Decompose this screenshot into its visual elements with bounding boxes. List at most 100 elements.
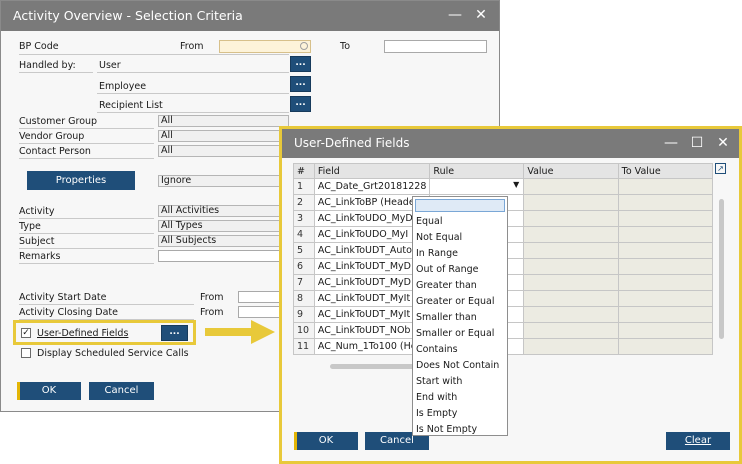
divider [19,143,154,144]
expand-grid-icon[interactable]: ↗ [715,163,726,174]
col-header-num: # [293,163,315,179]
col-header-value[interactable]: Value [523,163,619,179]
type-dropdown[interactable]: All Types [158,220,289,232]
row-number: 7 [293,274,315,291]
employee-select-button[interactable]: ... [290,76,311,92]
bp-code-to-label: To [340,41,351,52]
activity-value: All Activities [161,205,220,216]
row-number: 8 [293,290,315,307]
to-value-cell[interactable] [617,194,714,211]
table-row[interactable]: 1 AC_Date_Grt20181228 ▼ [293,178,714,195]
activity-dropdown[interactable]: All Activities [158,205,289,217]
to-value-cell[interactable] [617,210,714,227]
col-header-to-value[interactable]: To Value [617,163,714,179]
minimize-icon[interactable]: — [663,135,679,151]
ok-button[interactable]: OK [17,382,81,400]
value-cell[interactable] [523,242,619,259]
rule-dropdown-list: Equal Not Equal In Range Out of Range Gr… [412,196,508,436]
udf-checkbox[interactable]: ✓ [21,328,31,338]
vendor-group-dropdown[interactable]: All [158,130,289,142]
customer-group-dropdown[interactable]: All [158,115,289,127]
to-value-cell[interactable] [617,290,714,307]
rule-option[interactable]: Greater or Equal [416,296,494,307]
value-cell[interactable] [523,338,619,355]
udf-window-title: User-Defined Fields [294,136,410,150]
row-number: 1 [293,178,315,195]
handled-by-label: Handled by: [19,60,76,71]
value-cell[interactable] [523,274,619,291]
rule-option[interactable]: Out of Range [416,264,479,275]
rule-option[interactable]: Greater than [416,280,477,291]
subject-dropdown[interactable]: All Subjects [158,235,289,247]
udf-clear-button[interactable]: Clear [666,432,730,450]
user-label: User [99,60,121,71]
rule-option[interactable]: End with [416,392,457,403]
rule-cell-dropdown[interactable]: ▼ [429,178,525,195]
display-scheduled-checkbox[interactable] [21,348,31,358]
row-number: 4 [293,226,315,243]
value-cell[interactable] [523,290,619,307]
udf-cancel-button-label: Cancel [380,435,414,446]
row-number: 6 [293,258,315,275]
divider [19,218,154,219]
to-value-cell[interactable] [617,242,714,259]
vertical-scrollbar[interactable] [719,199,724,339]
rule-option[interactable]: Is Not Empty [416,424,477,435]
to-value-cell[interactable] [617,258,714,275]
value-cell[interactable] [523,194,619,211]
to-value-cell[interactable] [617,274,714,291]
rule-option[interactable]: Smaller than [416,312,477,323]
properties-dropdown[interactable]: Ignore [158,175,289,187]
udf-select-button[interactable]: ... [161,325,188,341]
rule-option[interactable]: Is Empty [416,408,457,419]
rule-option-blank[interactable] [415,199,505,212]
recipient-list-select-button[interactable]: ... [290,96,311,112]
maximize-icon[interactable]: ☐ [689,135,705,151]
display-scheduled-label: Display Scheduled Service Calls [37,348,189,359]
properties-button[interactable]: Properties [27,171,135,190]
value-cell[interactable] [523,226,619,243]
divider [19,304,194,305]
to-value-cell[interactable] [617,322,714,339]
contact-person-dropdown[interactable]: All [158,145,289,157]
rule-option[interactable]: Smaller or Equal [416,328,494,339]
bp-code-to-input[interactable] [384,40,487,53]
value-cell[interactable] [523,178,619,195]
rule-option[interactable]: Contains [416,344,458,355]
value-cell[interactable] [523,258,619,275]
divider [19,263,154,264]
value-cell[interactable] [523,322,619,339]
to-value-cell[interactable] [617,338,714,355]
divider [97,72,289,73]
minimize-icon[interactable]: — [447,7,463,23]
close-icon[interactable]: ✕ [473,7,489,23]
row-number: 9 [293,306,315,323]
to-value-cell[interactable] [617,226,714,243]
udf-ok-button[interactable]: OK [294,432,358,450]
rule-option[interactable]: Start with [416,376,462,387]
rule-option[interactable]: Equal [416,216,443,227]
customer-group-value: All [161,115,173,126]
value-cell[interactable] [523,306,619,323]
row-number: 5 [293,242,315,259]
bp-code-from-input[interactable] [219,40,311,53]
close-icon[interactable]: ✕ [715,135,731,151]
row-number: 11 [293,338,315,355]
col-header-rule[interactable]: Rule [429,163,525,179]
contact-person-label: Contact Person [19,146,91,157]
lookup-icon[interactable] [300,42,308,50]
to-value-cell[interactable] [617,178,714,195]
cancel-button[interactable]: Cancel [89,382,154,400]
type-label: Type [19,221,41,232]
rule-option[interactable]: In Range [416,248,458,259]
bp-code-from-label: From [180,41,204,52]
rule-option[interactable]: Does Not Contain [416,360,499,371]
rule-option[interactable]: Not Equal [416,232,462,243]
col-header-field[interactable]: Field [313,163,431,179]
remarks-input[interactable] [158,250,289,262]
subject-value: All Subjects [161,235,217,246]
value-cell[interactable] [523,210,619,227]
chevron-down-icon[interactable]: ▼ [513,180,519,189]
to-value-cell[interactable] [617,306,714,323]
user-select-button[interactable]: ... [290,56,311,72]
